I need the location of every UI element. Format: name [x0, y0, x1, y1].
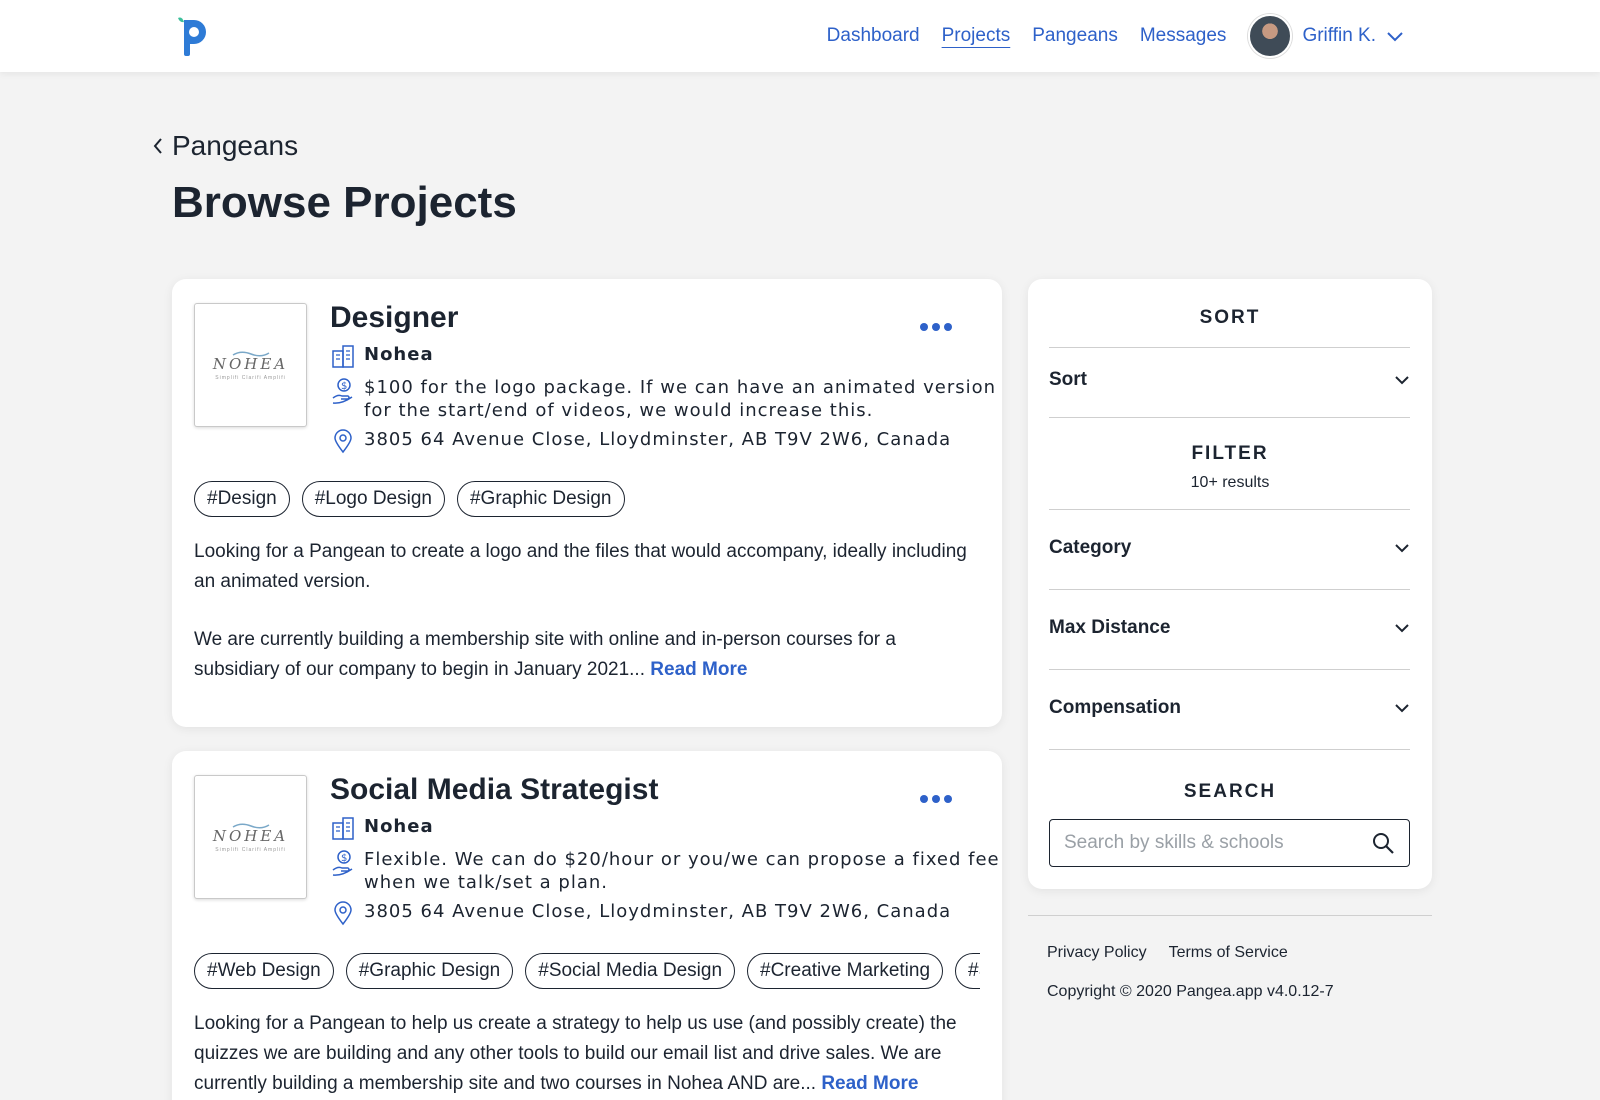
building-icon	[332, 345, 354, 368]
filter-max-distance[interactable]: Max Distance	[1049, 617, 1410, 639]
terms-of-service-link[interactable]: Terms of Service	[1169, 944, 1288, 962]
footer-links: Privacy Policy Terms of Service	[1047, 944, 1288, 962]
nav-messages[interactable]: Messages	[1140, 25, 1227, 47]
filter-category[interactable]: Category	[1049, 537, 1410, 559]
location-pin-icon	[334, 429, 352, 454]
svg-text:$: $	[341, 381, 347, 392]
logo-tagline: Simplifi Clarifi Amplifi	[215, 846, 286, 853]
tag-list: #Design #Logo Design #Graphic Design	[194, 481, 980, 517]
page-title: Browse Projects	[172, 178, 517, 227]
back-link-label: Pangeans	[172, 130, 299, 161]
logo-brand-text: NOHEA	[212, 826, 289, 845]
company-name: Nohea	[364, 816, 434, 837]
location-text: 3805 64 Avenue Close, Lloydminster, AB T…	[364, 901, 952, 922]
svg-text:$: $	[341, 853, 347, 864]
tag-pill[interactable]: #S	[955, 953, 980, 989]
compensation-row: $ Flexible. We can do $20/hour or you/we…	[330, 848, 1000, 894]
chevron-down-icon	[1387, 32, 1403, 42]
filter-label: Max Distance	[1049, 617, 1171, 638]
user-name: Griffin K.	[1302, 25, 1376, 46]
logo-tagline: Simplifi Clarifi Amplifi	[215, 374, 286, 381]
nav-dashboard[interactable]: Dashboard	[827, 25, 920, 47]
chevron-down-icon	[1395, 624, 1409, 633]
tag-pill[interactable]: #Design	[194, 481, 290, 517]
back-link[interactable]: Pangeans	[152, 130, 298, 162]
project-card[interactable]: NOHEA Simplifi Clarifi Amplifi Designer …	[172, 279, 1002, 727]
more-dots-icon[interactable]	[920, 795, 952, 803]
chevron-left-icon	[153, 138, 162, 154]
tag-pill[interactable]: #Web Design	[194, 953, 334, 989]
divider	[1049, 509, 1410, 510]
search-input[interactable]	[1064, 832, 1371, 854]
company-logo: NOHEA Simplifi Clarifi Amplifi	[194, 775, 307, 899]
filter-label: Category	[1049, 537, 1132, 558]
nav-pangeans[interactable]: Pangeans	[1032, 25, 1118, 47]
copyright-text: Copyright © 2020 Pangea.app v4.0.12-7	[1047, 983, 1334, 1000]
compensation-line-1: $100 for the logo package. If we can hav…	[364, 377, 997, 398]
chevron-down-icon	[1395, 376, 1409, 385]
description-text: We are currently building a membership s…	[194, 629, 896, 680]
footer-divider	[1028, 915, 1432, 916]
project-description-more: We are currently building a membership s…	[194, 625, 984, 685]
sort-dropdown[interactable]: Sort	[1049, 369, 1410, 391]
read-more-link[interactable]: Read More	[650, 659, 747, 680]
chevron-down-icon	[1395, 544, 1409, 553]
more-dots-icon[interactable]	[920, 323, 952, 331]
location-row: 3805 64 Avenue Close, Lloydminster, AB T…	[330, 900, 951, 926]
compensation-row: $ $100 for the logo package. If we can h…	[330, 376, 996, 422]
chevron-down-icon	[1395, 704, 1409, 713]
divider	[1049, 417, 1410, 418]
company-name: Nohea	[364, 344, 434, 365]
dollar-hand-icon: $	[332, 378, 353, 404]
tag-pill[interactable]: #Logo Design	[301, 481, 445, 517]
logo-icon[interactable]	[174, 14, 210, 56]
avatar	[1248, 14, 1293, 58]
divider	[1049, 749, 1410, 750]
company-row: Nohea	[330, 343, 434, 369]
nav-projects[interactable]: Projects	[942, 25, 1011, 47]
user-menu[interactable]: Griffin K.	[1248, 14, 1404, 58]
company-row: Nohea	[330, 815, 434, 841]
filter-results-count: 10+ results	[1190, 474, 1270, 491]
sort-heading: SORT	[1199, 307, 1261, 328]
main-nav: Dashboard Projects Pangeans Messages Gri…	[805, 0, 1404, 72]
tag-pill[interactable]: #Graphic Design	[345, 953, 514, 989]
project-card[interactable]: NOHEA Simplifi Clarifi Amplifi Social Me…	[172, 751, 1002, 1100]
project-description: Looking for a Pangean to help us create …	[194, 1009, 984, 1099]
filter-heading: FILTER	[1191, 443, 1269, 464]
tag-list: #Web Design #Graphic Design #Social Medi…	[194, 953, 980, 989]
sort-label: Sort	[1049, 369, 1087, 390]
search-heading: SEARCH	[1183, 781, 1277, 802]
filter-compensation[interactable]: Compensation	[1049, 697, 1410, 719]
divider	[1049, 347, 1410, 348]
tag-pill[interactable]: #Creative Marketing	[747, 953, 944, 989]
company-logo: NOHEA Simplifi Clarifi Amplifi	[194, 303, 307, 427]
tag-pill[interactable]: #Social Media Design	[525, 953, 736, 989]
divider	[1049, 669, 1410, 670]
privacy-policy-link[interactable]: Privacy Policy	[1047, 944, 1147, 962]
filter-sidebar: SORT Sort FILTER 10+ results Category Ma…	[1028, 279, 1432, 889]
filter-label: Compensation	[1049, 697, 1181, 718]
project-title[interactable]: Social Media Strategist	[330, 773, 658, 807]
divider	[1049, 589, 1410, 590]
compensation-line-1: Flexible. We can do $20/hour or you/we c…	[364, 849, 1000, 870]
building-icon	[332, 817, 354, 840]
read-more-link[interactable]: Read More	[821, 1073, 918, 1094]
dollar-hand-icon: $	[332, 850, 353, 876]
compensation-line-2: for the start/end of videos, we would in…	[364, 400, 874, 421]
location-text: 3805 64 Avenue Close, Lloydminster, AB T…	[364, 429, 952, 450]
location-row: 3805 64 Avenue Close, Lloydminster, AB T…	[330, 428, 951, 454]
project-description: Looking for a Pangean to create a logo a…	[194, 541, 967, 592]
top-navbar: Dashboard Projects Pangeans Messages Gri…	[0, 0, 1600, 72]
logo-brand-text: NOHEA	[212, 354, 289, 373]
search-box	[1049, 819, 1410, 867]
compensation-line-2: when we talk/set a plan.	[364, 872, 608, 893]
tag-pill[interactable]: #Graphic Design	[456, 481, 625, 517]
project-title[interactable]: Designer	[330, 301, 458, 335]
location-pin-icon	[334, 901, 352, 926]
search-icon[interactable]	[1371, 831, 1395, 855]
